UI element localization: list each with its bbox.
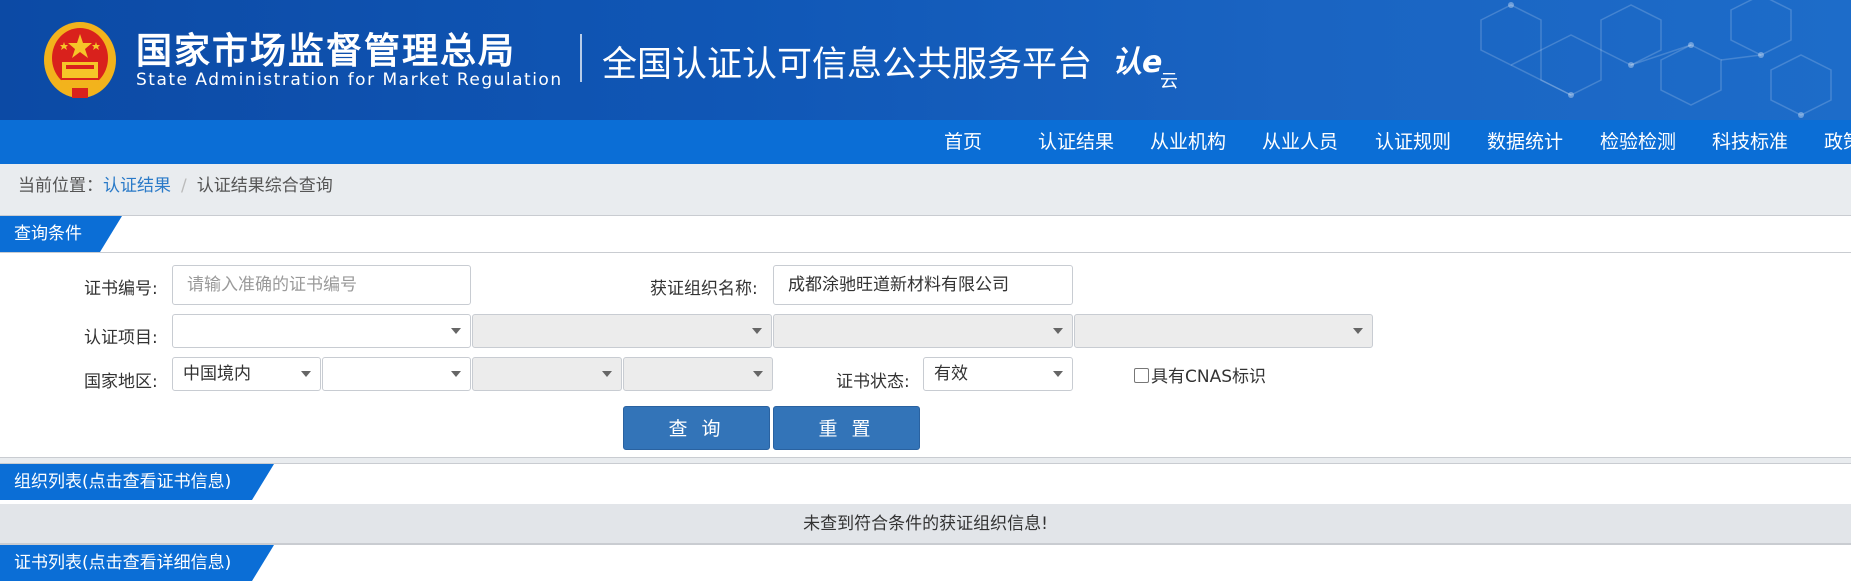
chevron-down-icon <box>1353 328 1363 334</box>
region-select-district[interactable] <box>623 357 773 391</box>
chevron-down-icon <box>1053 328 1063 334</box>
project-select-1[interactable] <box>172 314 471 348</box>
site-header: 国家市场监督管理总局 State Administration for Mark… <box>0 0 1851 120</box>
agency-name-en: State Administration for Market Regulati… <box>136 70 563 90</box>
breadcrumb-prefix: 当前位置： <box>18 176 103 196</box>
breadcrumb-separator: / <box>181 176 187 196</box>
org-name-label: 获证组织名称: <box>650 279 758 299</box>
nav-cert-results[interactable]: 认证结果 <box>1038 120 1114 164</box>
chevron-down-icon <box>602 371 612 377</box>
org-name-input[interactable]: 成都涂驰旺道新材料有限公司 <box>773 265 1073 305</box>
chevron-down-icon <box>752 328 762 334</box>
nav-statistics[interactable]: 数据统计 <box>1487 120 1563 164</box>
org-list-title: 组织列表(点击查看证书信息) <box>14 472 232 492</box>
logo-text-sub: 云 <box>1160 71 1178 90</box>
breadcrumb: 当前位置：认证结果 / 认证结果综合查询 <box>18 172 333 200</box>
national-emblem-icon <box>44 22 116 98</box>
logo-text-main: 认e <box>1112 45 1162 80</box>
nav-inspection[interactable]: 检验检测 <box>1600 120 1676 164</box>
cert-list-title: 证书列表(点击查看详细信息) <box>14 553 232 573</box>
project-select-4[interactable] <box>1074 314 1373 348</box>
region-select-city[interactable] <box>472 357 622 391</box>
project-select-3[interactable] <box>773 314 1073 348</box>
cert-list-panel: 证书列表(点击查看详细信息) <box>0 544 1851 586</box>
chevron-down-icon <box>301 371 311 377</box>
search-button[interactable]: 查 询 <box>623 406 770 450</box>
nav-standards[interactable]: 科技标准 <box>1712 120 1788 164</box>
cert-no-input[interactable] <box>172 265 471 305</box>
nav-institutions[interactable]: 从业机构 <box>1150 120 1226 164</box>
chevron-down-icon <box>451 328 461 334</box>
nav-cert-rules[interactable]: 认证规则 <box>1375 120 1451 164</box>
nav-personnel[interactable]: 从业人员 <box>1262 120 1338 164</box>
project-label: 认证项目: <box>84 328 158 348</box>
agency-name-cn: 国家市场监督管理总局 <box>136 31 517 72</box>
chevron-down-icon <box>753 371 763 377</box>
org-list-empty-message: 未查到符合条件的获证组织信息! <box>0 504 1851 544</box>
main-nav: 首页 认证结果 从业机构 从业人员 认证规则 数据统计 检验检测 科技标准 政策 <box>0 120 1851 164</box>
platform-title: 全国认证认可信息公共服务平台 <box>602 45 1093 85</box>
nav-home[interactable]: 首页 <box>944 120 982 164</box>
project-select-2[interactable] <box>472 314 772 348</box>
cnas-label: 具有CNAS标识 <box>1151 367 1267 387</box>
breadcrumb-current: 认证结果综合查询 <box>196 176 333 196</box>
org-list-panel: 组织列表(点击查看证书信息) <box>0 463 1851 504</box>
panel-header-underline <box>0 252 1851 253</box>
chevron-down-icon <box>451 371 461 377</box>
cnas-checkbox[interactable] <box>1134 368 1149 383</box>
header-divider <box>580 34 582 82</box>
reset-button[interactable]: 重 置 <box>773 406 920 450</box>
chevron-down-icon <box>1053 371 1063 377</box>
breadcrumb-link-cert-results[interactable]: 认证结果 <box>103 176 171 196</box>
status-label: 证书状态: <box>836 372 910 392</box>
status-select[interactable]: 有效 <box>923 357 1073 391</box>
region-label: 国家地区: <box>84 372 158 392</box>
cert-no-label: 证书编号: <box>84 279 158 299</box>
query-panel-title: 查询条件 <box>14 224 82 244</box>
hexagon-network-decoration <box>1480 0 1832 118</box>
renzheng-yun-logo: 认e 云 <box>1112 45 1178 90</box>
nav-policy[interactable]: 政策 <box>1824 120 1851 164</box>
region-select-province[interactable] <box>322 357 471 391</box>
cnas-checkbox-wrap[interactable]: 具有CNAS标识 <box>1134 365 1266 389</box>
region-select-country[interactable]: 中国境内 <box>172 357 321 391</box>
